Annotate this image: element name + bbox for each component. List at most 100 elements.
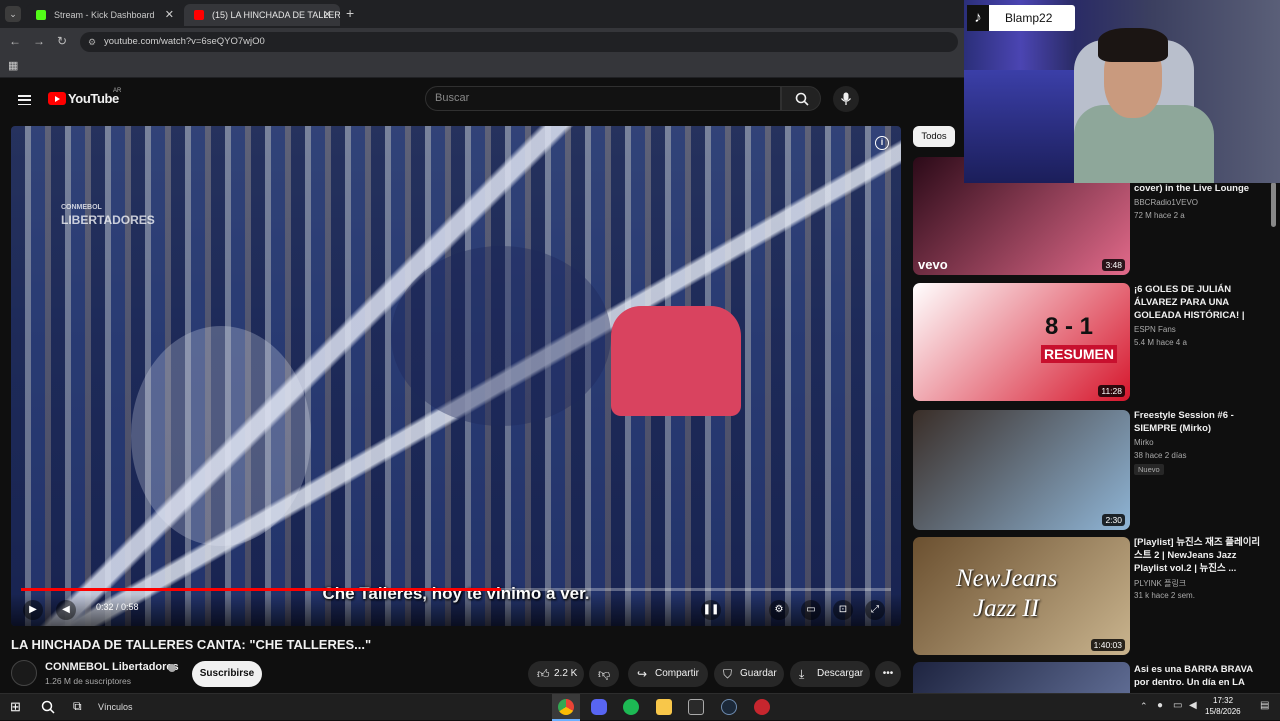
related-meta: 38 hace 2 días	[1134, 451, 1187, 460]
video-player[interactable]: CONMEBOL LIBERTADORES i Che Talleres, ho…	[11, 126, 901, 626]
url-bar[interactable]: ⚙ youtube.com/watch?v=6seQYO7wjO0	[80, 32, 958, 52]
epic-games-icon[interactable]	[688, 699, 704, 715]
clock-time[interactable]: 17:32	[1213, 696, 1233, 705]
related-thumbnail[interactable]: 2:30	[913, 410, 1130, 530]
share-icon: ↪	[637, 667, 648, 681]
youtube-logo-text[interactable]: YouTube	[68, 91, 119, 106]
related-meta: 5.4 M hace 4 a	[1134, 338, 1187, 347]
tab-youtube[interactable]: (15) LA HINCHADA DE TALLERE ✕	[184, 4, 340, 26]
youtube-logo-icon[interactable]	[48, 92, 66, 105]
progress-bar[interactable]	[21, 588, 891, 591]
related-title[interactable]: Asi es una BARRA BRAVA por dentro. Un dí…	[1134, 663, 1262, 691]
taskbar-links-label[interactable]: Vínculos	[98, 702, 133, 712]
windows-start-icon[interactable]: ⊞	[10, 699, 21, 715]
tray-chevron-icon[interactable]: ⌃	[1140, 701, 1148, 712]
video-duration: 3:48	[1102, 259, 1125, 271]
broadcaster-watermark: CONMEBOL LIBERTADORES	[61, 204, 155, 227]
related-title[interactable]: Freestyle Session #6 - SIEMPRE (Mirko)	[1134, 409, 1262, 435]
video-duration: 1:40:03	[1090, 639, 1125, 651]
task-view-icon[interactable]: ⧉	[73, 699, 82, 714]
related-title[interactable]: ¡6 GOLES DE JULIÁN ÁLVAREZ PARA UNA GOLE…	[1134, 283, 1262, 323]
spotify-icon[interactable]	[623, 699, 639, 715]
search-icon[interactable]	[41, 700, 55, 714]
back-arrow-icon[interactable]: ←	[9, 34, 21, 48]
like-button[interactable]: 👍︎ 2.2 K	[528, 661, 584, 687]
browser-tab-bar: ⌄ Stream - Kick Dashboard ✕ (15) LA HINC…	[0, 0, 964, 28]
bookmark-bar: ▦	[0, 56, 964, 78]
discord-icon[interactable]	[591, 699, 607, 715]
close-tab-icon[interactable]: ✕	[323, 4, 332, 26]
volume-tray-icon[interactable]: ◀	[1189, 700, 1197, 711]
search-icon	[795, 92, 809, 106]
save-label: Guardar	[740, 668, 777, 679]
chrome-icon[interactable]	[558, 699, 574, 715]
youtube-icon	[194, 10, 204, 20]
more-icon: •••	[882, 668, 894, 679]
webcam-streamer-hair	[1098, 28, 1168, 62]
verified-icon	[168, 664, 176, 672]
voice-search-button[interactable]	[833, 86, 859, 112]
video-frame-crowd	[391, 246, 611, 426]
tab-kick-dashboard[interactable]: Stream - Kick Dashboard ✕	[26, 4, 182, 26]
search-button[interactable]	[781, 86, 821, 111]
more-actions-button[interactable]: •••	[875, 661, 901, 687]
new-badge: Nuevo	[1134, 464, 1164, 475]
notification-icon[interactable]: ▤	[1260, 700, 1269, 711]
site-info-icon[interactable]: ⚙	[88, 32, 96, 52]
network-icon[interactable]: ▭	[1173, 700, 1182, 711]
volume-icon[interactable]: ◀	[56, 600, 76, 620]
related-thumbnail[interactable]: NewJeans Jazz II 1:40:03	[913, 537, 1130, 655]
related-thumbnail[interactable]	[913, 662, 1130, 693]
webcam-streamer-body	[1074, 105, 1214, 183]
pause-indicator-icon[interactable]: ❚❚	[701, 600, 721, 620]
windows-taskbar: ⊞ ⧉ Vínculos ⌃ ● ▭ ◀ 17:32 15/8/2026 ▤	[0, 693, 1280, 721]
dislike-button[interactable]: 👎︎	[589, 661, 619, 687]
related-channel[interactable]: BBCRadio1VEVO	[1134, 198, 1198, 207]
steam-icon[interactable]	[721, 699, 737, 715]
url-text: youtube.com/watch?v=6seQYO7wjO0	[104, 36, 265, 47]
filter-chip-all[interactable]: Todos	[913, 126, 955, 147]
new-tab-button[interactable]: +	[346, 5, 354, 21]
tab-list-button[interactable]: ⌄	[5, 6, 21, 22]
related-title[interactable]: [Playlist] 뉴진스 재즈 플레이리스트 2 | NewJeans Ja…	[1134, 536, 1262, 575]
menu-icon[interactable]	[18, 95, 31, 106]
sidebar-scrollbar[interactable]	[1271, 182, 1276, 227]
search-input[interactable]: Buscar	[425, 86, 781, 111]
download-label: Descargar	[817, 668, 864, 679]
related-channel[interactable]: PLYINK 플링크	[1134, 578, 1186, 589]
obs-icon[interactable]	[754, 699, 770, 715]
play-button[interactable]: ▶	[23, 600, 43, 620]
tab-label: (15) LA HINCHADA DE TALLERE	[212, 10, 340, 20]
fullscreen-icon[interactable]: ⤢	[865, 600, 885, 620]
miniplayer-icon[interactable]: ▭	[801, 600, 821, 620]
video-duration: 2:30	[1102, 514, 1125, 526]
thumbnail-subtitle-text: Jazz II	[973, 595, 1039, 622]
related-channel[interactable]: ESPN Fans	[1134, 325, 1176, 334]
subscriber-count: 1.26 M de suscriptores	[45, 676, 131, 686]
clock-date[interactable]: 15/8/2026	[1205, 707, 1241, 716]
related-title[interactable]: cover) in the Live Lounge	[1134, 182, 1262, 195]
save-button[interactable]: ⛉ Guardar	[714, 661, 784, 687]
channel-name[interactable]: CONMEBOL Libertadores	[45, 661, 179, 673]
subscribe-button[interactable]: Suscribirse	[192, 661, 262, 687]
tiktok-username: Blamp22	[1005, 11, 1053, 25]
video-frame-crowd	[131, 326, 311, 546]
file-explorer-icon[interactable]	[656, 699, 672, 715]
apps-grid-icon[interactable]: ▦	[8, 59, 18, 72]
cast-icon[interactable]: ⊡	[833, 600, 853, 620]
settings-gear-icon[interactable]: ⚙	[769, 600, 789, 620]
channel-avatar[interactable]	[11, 660, 37, 686]
related-thumbnail[interactable]: 8 - 1 RESUMEN 11:28	[913, 283, 1130, 401]
microphone-tray-icon[interactable]: ●	[1157, 700, 1163, 711]
share-button[interactable]: ↪ Compartir	[628, 661, 708, 687]
thumbs-down-icon: 👎︎	[598, 667, 611, 681]
progress-fill	[21, 588, 502, 591]
reload-icon[interactable]: ↻	[57, 34, 67, 48]
forward-arrow-icon[interactable]: →	[33, 34, 45, 48]
close-tab-icon[interactable]: ✕	[165, 4, 174, 26]
video-frame-fan	[611, 306, 741, 416]
video-duration: 11:28	[1098, 385, 1125, 397]
info-icon[interactable]: i	[875, 136, 889, 150]
related-channel[interactable]: Mirko	[1134, 438, 1154, 447]
download-button[interactable]: ⤓ Descargar	[790, 661, 870, 687]
